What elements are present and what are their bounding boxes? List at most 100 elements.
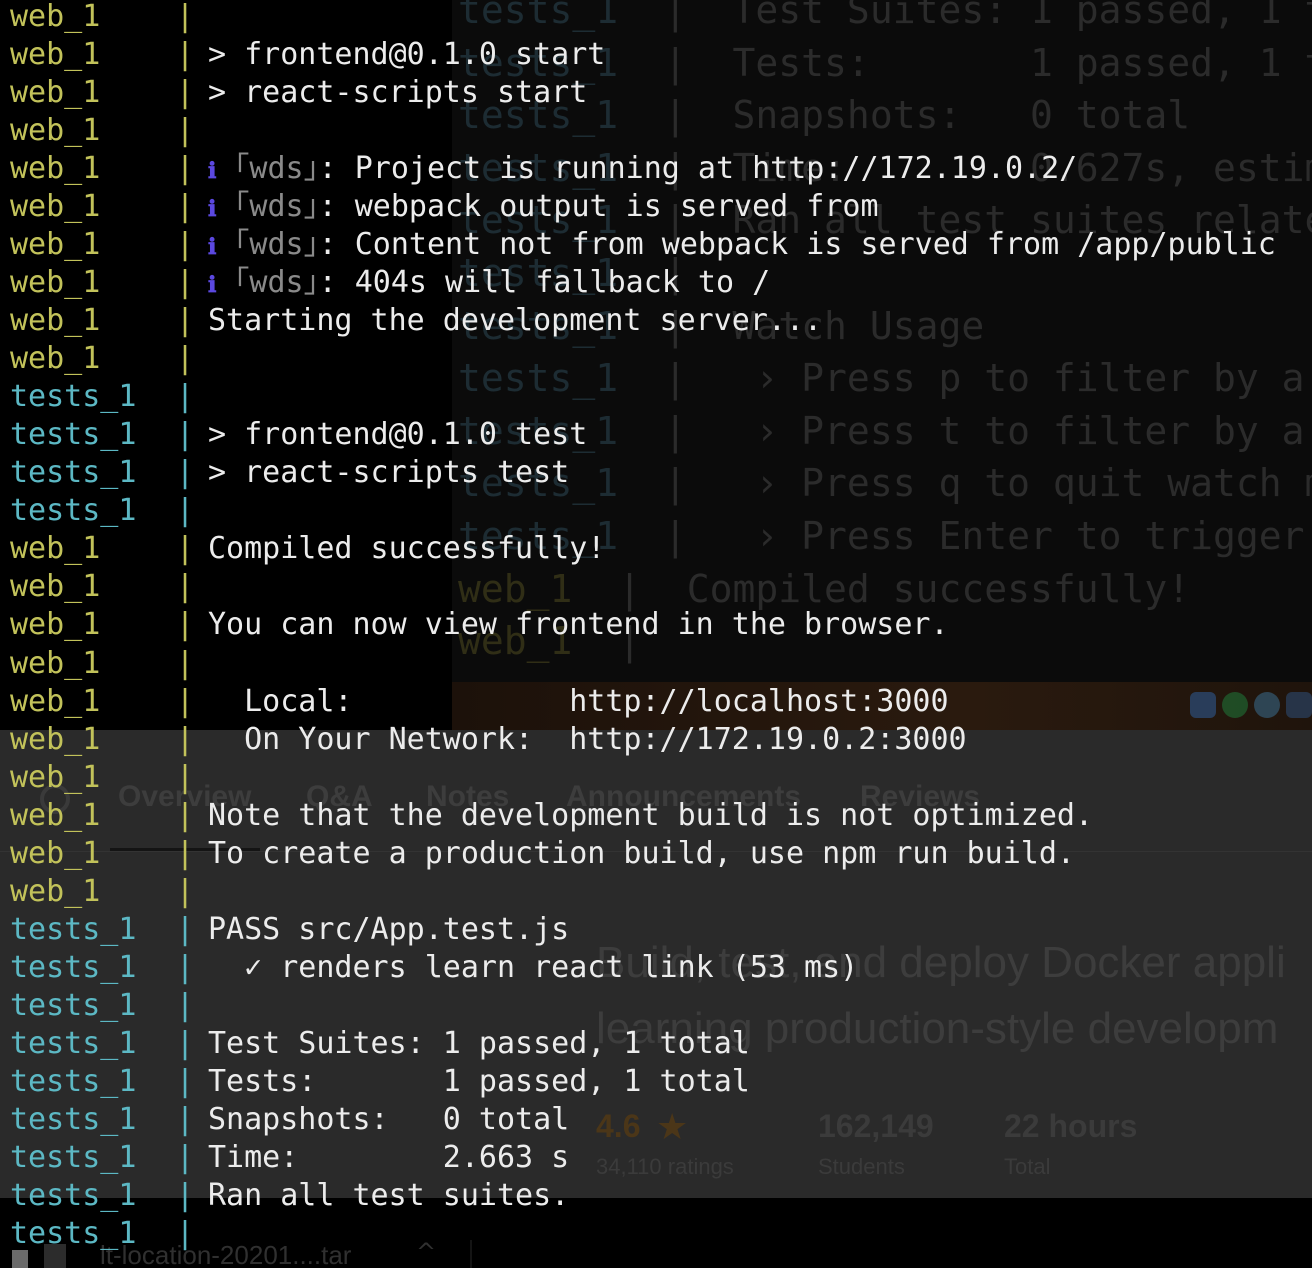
- web-log-line: web_1 | ℹ ｢wds｣: Project is running at htt…: [10, 150, 1077, 188]
- bracket-open: ｢: [234, 151, 250, 187]
- tests-log-line: tests_1 | Tests: 1 passed, 1 total: [10, 1063, 750, 1101]
- web-log-line: web_1 |: [10, 759, 208, 797]
- container-prefix: tests_1: [10, 1177, 137, 1213]
- wds-tag: wds: [249, 265, 304, 301]
- log-text: : webpack output is served from: [318, 189, 879, 225]
- web-log-line: web_1 | ℹ ｢wds｣: Content not from webpack …: [10, 226, 1276, 264]
- log-text: You can now view frontend in the browser…: [208, 607, 949, 643]
- container-prefix: tests_1: [10, 417, 137, 453]
- log-text: PASS src/App.test.js: [208, 911, 570, 947]
- tests-log-line: tests_1 | Time: 2.663 s: [10, 1139, 569, 1177]
- log-text: > frontend@0.1.0 test: [208, 417, 588, 453]
- web-log-line: web_1 | You can now view frontend in the b…: [10, 606, 949, 644]
- tests-log-line: tests_1 |: [10, 1215, 208, 1253]
- log-text: : Content not from webpack is served fro…: [318, 227, 1276, 263]
- container-prefix: tests_1: [10, 1215, 137, 1251]
- prefix-separator: |: [176, 341, 195, 377]
- container-prefix: tests_1: [10, 1063, 137, 1099]
- prefix-separator: |: [176, 455, 195, 491]
- container-prefix: web_1: [10, 835, 101, 871]
- wds-tag: wds: [249, 227, 304, 263]
- tests-log-line: tests_1 | Test Suites: 1 passed, 1 total: [10, 1025, 750, 1063]
- container-prefix: tests_1: [10, 493, 137, 529]
- log-text: > react-scripts test: [208, 455, 570, 491]
- container-prefix: tests_1: [10, 987, 137, 1023]
- log-text: Tests: 1 passed, 1 total: [208, 1063, 750, 1099]
- terminal-output[interactable]: web_1 | web_1 | > frontend@0.1.0 start web_1 |…: [0, 0, 1312, 1268]
- container-prefix: tests_1: [10, 1139, 137, 1175]
- container-prefix: web_1: [10, 531, 101, 567]
- prefix-separator: |: [176, 303, 195, 339]
- prefix-separator: |: [176, 721, 195, 757]
- bracket-close: ｣: [303, 189, 319, 225]
- prefix-separator: |: [176, 37, 195, 73]
- log-text: To create a production build, use npm ru…: [208, 835, 1075, 871]
- prefix-separator: |: [176, 151, 195, 187]
- web-log-line: web_1 | ℹ ｢wds｣: webpack output is served …: [10, 188, 879, 226]
- prefix-separator: |: [176, 569, 195, 605]
- prefix-separator: |: [176, 189, 195, 225]
- tests-log-line: tests_1 | PASS src/App.test.js: [10, 911, 569, 949]
- web-log-line: web_1 | Compiled successfully!: [10, 530, 605, 568]
- tests-log-line: tests_1 |: [10, 492, 208, 530]
- container-prefix: web_1: [10, 683, 101, 719]
- bracket-close: ｣: [303, 227, 319, 263]
- prefix-separator: |: [176, 1101, 195, 1137]
- prefix-separator: |: [176, 227, 195, 263]
- tests-log-line: tests_1 | > react-scripts test: [10, 454, 569, 492]
- container-prefix: tests_1: [10, 911, 137, 947]
- web-log-line: web_1 |: [10, 873, 208, 911]
- prefix-separator: |: [176, 1025, 195, 1061]
- prefix-separator: |: [176, 1215, 195, 1251]
- container-prefix: web_1: [10, 151, 101, 187]
- prefix-separator: |: [176, 379, 195, 415]
- tests-log-line: tests_1 | ✓ renders learn react link (53 …: [10, 949, 858, 987]
- prefix-separator: |: [176, 949, 195, 985]
- bracket-open: ｢: [234, 227, 250, 263]
- log-text: Local: http://localhost:3000: [208, 683, 949, 719]
- log-text: Ran all test suites.: [208, 1177, 570, 1213]
- container-prefix: tests_1: [10, 455, 137, 491]
- container-prefix: web_1: [10, 759, 101, 795]
- container-prefix: web_1: [10, 645, 101, 681]
- web-log-line: web_1 |: [10, 340, 208, 378]
- prefix-separator: |: [176, 265, 195, 301]
- log-text: Snapshots: 0 total: [208, 1101, 570, 1137]
- container-prefix: web_1: [10, 341, 101, 377]
- prefix-separator: |: [176, 759, 195, 795]
- web-log-line: web_1 |: [10, 568, 208, 606]
- web-log-line: web_1 | Starting the development server...: [10, 302, 822, 340]
- prefix-separator: |: [176, 493, 195, 529]
- container-prefix: web_1: [10, 189, 101, 225]
- bracket-open: ｢: [234, 189, 250, 225]
- container-prefix: web_1: [10, 37, 101, 73]
- container-prefix: tests_1: [10, 1025, 137, 1061]
- web-log-line: web_1 |: [10, 0, 208, 36]
- prefix-separator: |: [176, 797, 195, 833]
- tests-log-line: tests_1 | Ran all test suites.: [10, 1177, 569, 1215]
- tests-log-line: tests_1 | Snapshots: 0 total: [10, 1101, 569, 1139]
- log-text: Test Suites: 1 passed, 1 total: [208, 1025, 750, 1061]
- prefix-separator: |: [176, 911, 195, 947]
- container-prefix: tests_1: [10, 379, 137, 415]
- web-log-line: web_1 | > react-scripts start: [10, 74, 587, 112]
- tests-log-line: tests_1 |: [10, 987, 208, 1025]
- bracket-open: ｢: [234, 265, 250, 301]
- container-prefix: web_1: [10, 873, 101, 909]
- log-text: Note that the development build is not o…: [208, 797, 1094, 833]
- prefix-separator: |: [176, 683, 195, 719]
- container-prefix: web_1: [10, 75, 101, 111]
- container-prefix: web_1: [10, 227, 101, 263]
- log-text: On Your Network: http://172.19.0.2:3000: [208, 721, 967, 757]
- prefix-separator: |: [176, 0, 195, 34]
- prefix-separator: |: [176, 987, 195, 1023]
- tests-log-line: tests_1 |: [10, 378, 208, 416]
- container-prefix: tests_1: [10, 949, 137, 985]
- log-text: : 404s will fallback to /: [318, 265, 771, 301]
- prefix-separator: |: [176, 607, 195, 643]
- prefix-separator: |: [176, 835, 195, 871]
- prefix-separator: |: [176, 531, 195, 567]
- log-text: > frontend@0.1.0 start: [208, 37, 606, 73]
- screen: tests_1 | Test Suites: 1 passed, 1 t test…: [0, 0, 1312, 1268]
- prefix-separator: |: [176, 873, 195, 909]
